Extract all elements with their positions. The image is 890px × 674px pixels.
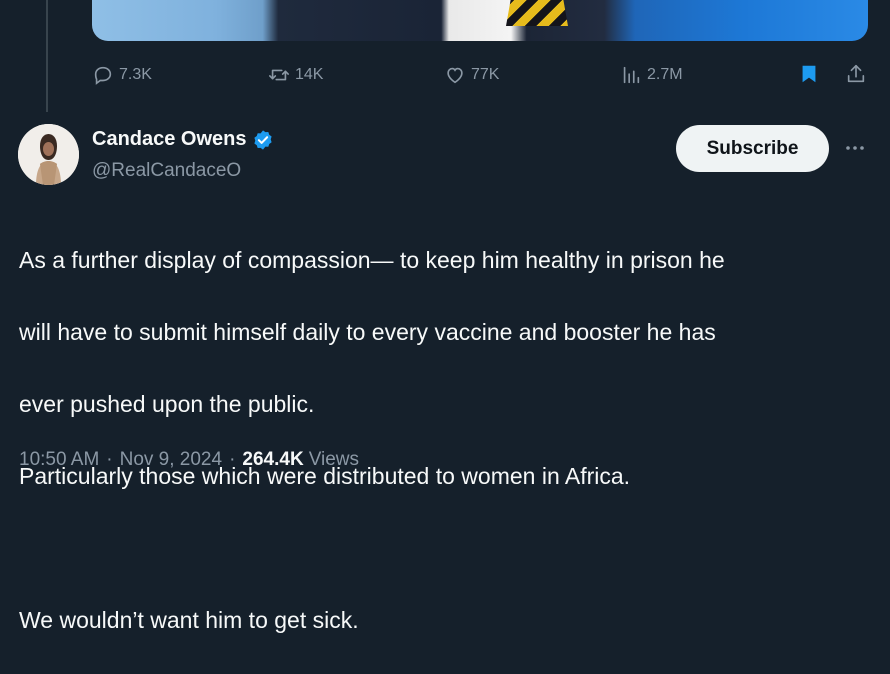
author-handle[interactable]: @RealCandaceO xyxy=(92,160,241,182)
bookmark-button[interactable] xyxy=(798,63,820,85)
tweet-text: As a further display of compassion— to k… xyxy=(19,206,869,674)
tweet-views-count: 264.4K xyxy=(242,449,304,470)
tweet-text-line: ever pushed upon the public. xyxy=(19,391,315,417)
views-button[interactable]: 2.7M xyxy=(620,64,683,86)
previous-tweet-media[interactable] xyxy=(92,0,868,41)
share-button[interactable] xyxy=(845,63,867,85)
thread-connector-line xyxy=(46,0,48,112)
avatar[interactable] xyxy=(18,124,79,185)
like-button[interactable]: 77K xyxy=(444,64,499,86)
share-icon xyxy=(847,64,865,83)
avatar-image xyxy=(18,124,79,185)
repost-count: 14K xyxy=(295,66,324,83)
meta-separator: · xyxy=(229,449,236,470)
author-name-row: Candace Owens xyxy=(92,128,274,151)
tweet-meta: 10:50 AM · Nov 9, 2024 · 264.4K Views xyxy=(19,449,359,471)
tweet-text-line: We wouldn’t want him to get sick. xyxy=(19,607,359,633)
tweet-text-line: As a further display of compassion— to k… xyxy=(19,247,725,273)
reply-icon xyxy=(94,66,112,85)
reply-button[interactable]: 7.3K xyxy=(92,64,152,86)
subscribe-button[interactable]: Subscribe xyxy=(676,125,829,172)
views-count: 2.7M xyxy=(647,66,683,83)
views-icon xyxy=(623,66,640,84)
bookmark-icon xyxy=(802,65,816,83)
tweet-text-line: will have to submit himself daily to eve… xyxy=(19,319,716,345)
meta-separator: · xyxy=(106,449,113,470)
tweet-text-line xyxy=(19,530,869,566)
author-name[interactable]: Candace Owens xyxy=(92,128,247,151)
tweet-views-label: Views xyxy=(308,449,360,470)
repost-button[interactable]: 14K xyxy=(268,64,323,86)
tweet-date[interactable]: Nov 9, 2024 xyxy=(120,449,222,471)
verified-badge-icon xyxy=(253,129,272,150)
more-icon[interactable] xyxy=(843,136,867,160)
tweet-time[interactable]: 10:50 AM xyxy=(19,449,99,471)
repost-icon xyxy=(269,69,289,81)
media-image-detail xyxy=(506,0,568,26)
reply-count: 7.3K xyxy=(119,66,152,83)
like-count: 77K xyxy=(471,66,500,83)
like-icon xyxy=(447,67,463,84)
previous-tweet-action-bar: 7.3K 14K 77K 2.7M xyxy=(0,60,890,90)
